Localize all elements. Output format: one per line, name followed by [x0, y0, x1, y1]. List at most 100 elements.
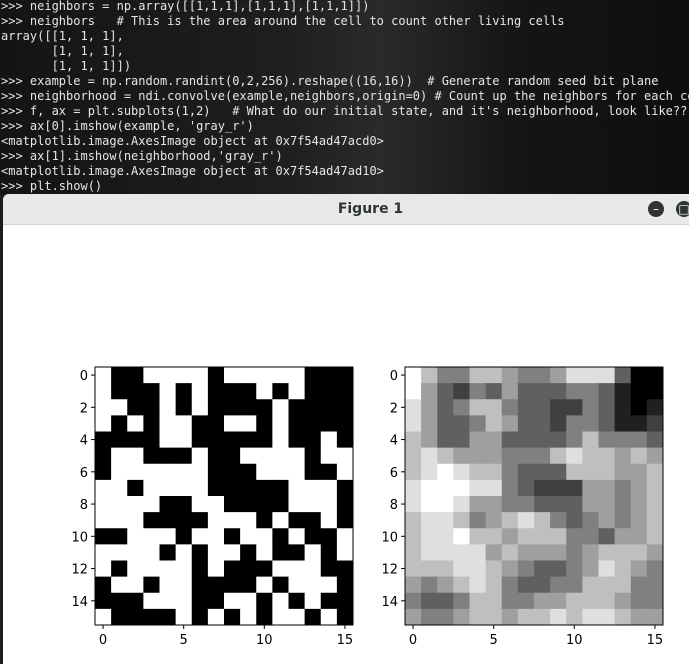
- heatmap-cell: [320, 447, 338, 465]
- heatmap-cell: [256, 383, 273, 400]
- heatmap-cell: [453, 399, 470, 416]
- heatmap-cell: [336, 431, 354, 449]
- heatmap-cell: [224, 383, 241, 400]
- heatmap-cell: [320, 576, 338, 594]
- heatmap-cell: [127, 592, 144, 610]
- heatmap-cell: [582, 399, 599, 416]
- terminal-line: >>> ax[1].imshow(neighborhood,'gray_r'): [1, 149, 283, 163]
- heatmap-cell: [405, 399, 422, 416]
- heatmap-cell: [501, 528, 519, 545]
- heatmap-cell: [421, 528, 438, 545]
- heatmap-cell: [304, 512, 322, 529]
- heatmap-cell: [95, 447, 112, 465]
- heatmap-cell: [421, 479, 438, 497]
- heatmap-cell: [469, 544, 487, 561]
- heatmap-cell: [453, 496, 470, 513]
- heatmap-cell: [111, 431, 128, 449]
- heatmap-cell: [336, 367, 354, 384]
- heatmap-cell: [405, 608, 422, 626]
- heatmap-cell: [224, 431, 241, 449]
- heatmap-cell: [598, 544, 616, 561]
- heatmap-cell: [256, 528, 273, 545]
- heatmap-cell: [501, 367, 519, 384]
- heatmap-cell: [207, 528, 225, 545]
- heatmap-cell: [598, 463, 616, 481]
- heatmap-cell: [304, 415, 322, 432]
- heatmap-cell: [288, 576, 306, 594]
- heatmap-cell: [517, 463, 535, 481]
- heatmap-cell: [159, 576, 177, 594]
- heatmap-cell: [517, 592, 535, 610]
- heatmap-cell: [550, 528, 567, 545]
- heatmap-cell: [453, 560, 470, 578]
- heatmap-cell: [566, 383, 583, 400]
- heatmap-cell: [127, 528, 144, 545]
- heatmap-cell: [207, 592, 225, 610]
- heatmap-cell: [240, 447, 257, 465]
- heatmap-cell: [501, 592, 519, 610]
- heatmap-cell: [95, 608, 112, 626]
- figure-window[interactable]: Figure 1 – □ 0 5 10 15 0 2 4 6 8 10 12 14 0 5 10 15 0 2 4 6…: [3, 194, 689, 664]
- heatmap-cell: [127, 608, 144, 626]
- heatmap-cell: [517, 367, 535, 384]
- heatmap-cell: [127, 479, 144, 497]
- heatmap-cell: [405, 431, 422, 449]
- heatmap-cell: [598, 399, 616, 416]
- heatmap-cell: [320, 528, 338, 545]
- heatmap-cell: [437, 576, 454, 594]
- heatmap-cell: [320, 383, 338, 400]
- heatmap-cell: [304, 479, 322, 497]
- heatmap-cell: [240, 592, 257, 610]
- heatmap-cell: [143, 608, 160, 626]
- heatmap-cell: [224, 463, 241, 481]
- heatmap-cell: [159, 544, 177, 561]
- heatmap-cell: [469, 528, 487, 545]
- heatmap-cell: [630, 544, 648, 561]
- heatmap-cell: [421, 431, 438, 449]
- heatmap-cell: [453, 367, 470, 384]
- heatmap-cell: [630, 367, 648, 384]
- heatmap-cell: [304, 528, 322, 545]
- heatmap-cell: [256, 431, 273, 449]
- x-tick-label: 0: [409, 633, 417, 648]
- heatmap-cell: [405, 544, 422, 561]
- heatmap-cell: [485, 399, 503, 416]
- heatmap-cell: [304, 447, 322, 465]
- heatmap-cell: [646, 367, 664, 384]
- heatmap-cell: [469, 463, 487, 481]
- heatmap-cell: [405, 528, 422, 545]
- y-tick-label: 2: [390, 401, 398, 416]
- heatmap-cell: [288, 399, 306, 416]
- heatmap-cell: [421, 367, 438, 384]
- heatmap-cell: [288, 544, 306, 561]
- heatmap-cell: [421, 512, 438, 529]
- heatmap-cell: [517, 447, 535, 465]
- heatmap-cell: [175, 415, 193, 432]
- y-tick-label: 12: [381, 563, 398, 578]
- heatmap-cell: [224, 512, 241, 529]
- heatmap-cell: [630, 463, 648, 481]
- heatmap-cell: [320, 560, 338, 578]
- heatmap-cell: [646, 544, 664, 561]
- heatmap-cell: [240, 560, 257, 578]
- heatmap-cell: [175, 592, 193, 610]
- heatmap-cell: [175, 479, 193, 497]
- heatmap-cell: [550, 479, 567, 497]
- heatmap-cell: [517, 399, 535, 416]
- heatmap-cell: [582, 431, 599, 449]
- heatmap-cell: [288, 367, 306, 384]
- heatmap-cell: [582, 367, 599, 384]
- heatmap-cell: [207, 447, 225, 465]
- heatmap-cell: [485, 415, 503, 432]
- heatmap-cell: [127, 399, 144, 416]
- heatmap-cell: [453, 447, 470, 465]
- heatmap-cell: [630, 415, 648, 432]
- heatmap-cell: [127, 431, 144, 449]
- heatmap-cell: [598, 447, 616, 465]
- y-tick-label: 2: [80, 401, 88, 416]
- heatmap-cell: [566, 447, 583, 465]
- heatmap-cell: [517, 560, 535, 578]
- heatmap-cell: [405, 367, 422, 384]
- terminal-line: >>> neighbors = np.array([[1,1,1],[1,1,1…: [1, 0, 370, 13]
- heatmap-cell: [405, 415, 422, 432]
